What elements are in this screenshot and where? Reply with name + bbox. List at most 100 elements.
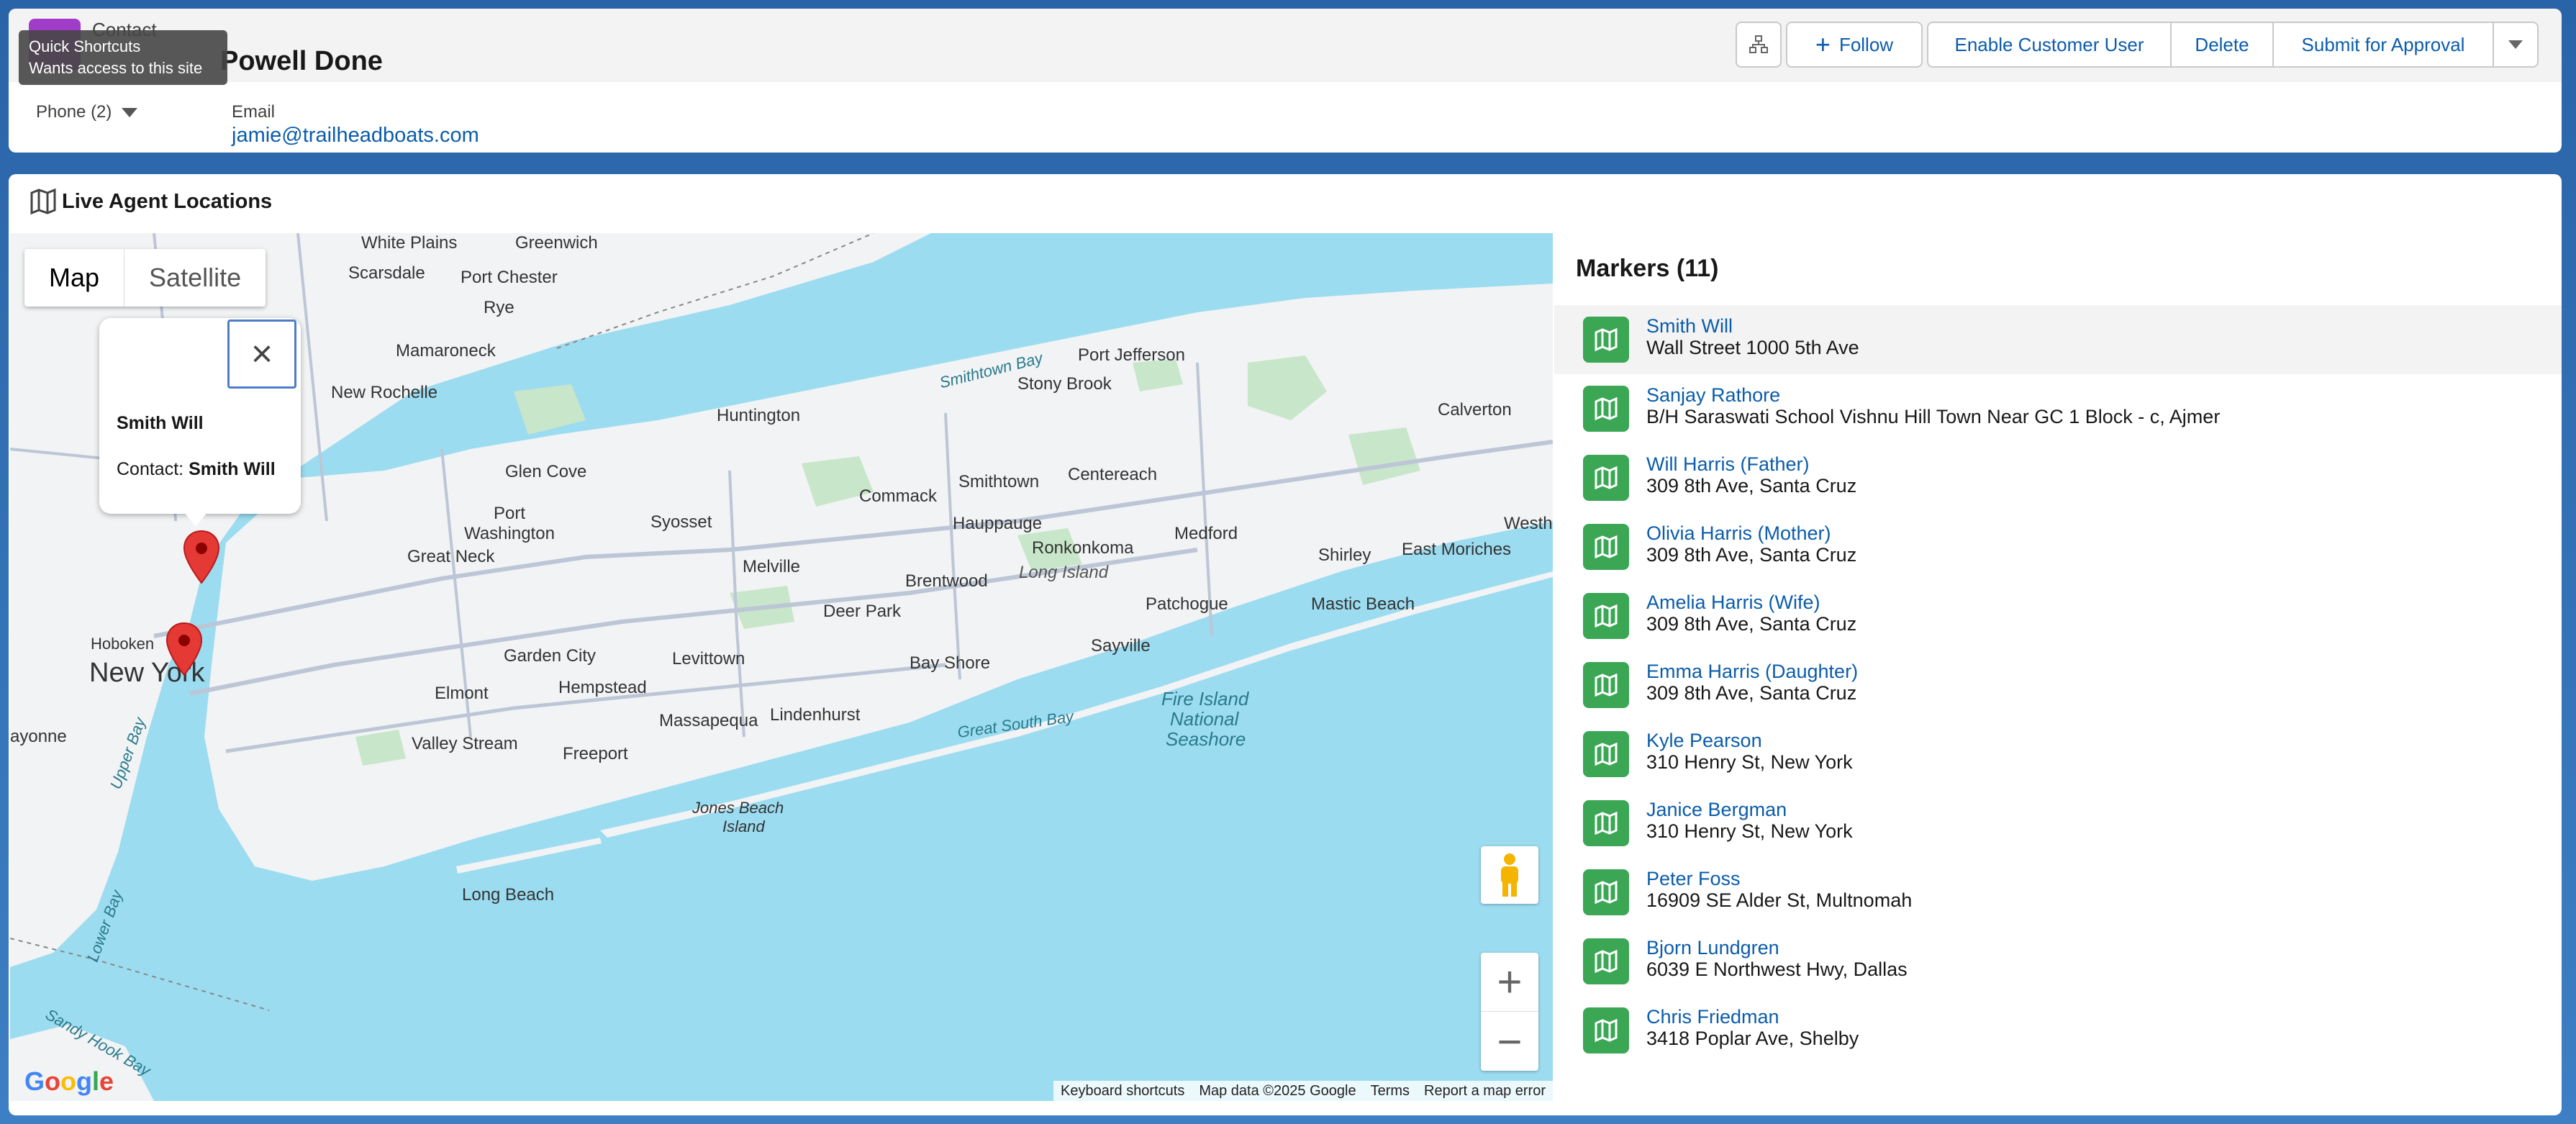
map-label: Huntington (717, 406, 801, 425)
contact-label: Contact: (117, 459, 184, 479)
marker-address: 16909 SE Alder St, Multnomah (1646, 889, 1913, 911)
map-label: Garden City (504, 646, 597, 666)
marker-name-link[interactable]: Amelia Harris (Wife) (1646, 592, 1820, 614)
map-marker-icon (1583, 1007, 1629, 1053)
contact-value: Smith Will (189, 459, 276, 479)
marker-list-item[interactable]: Emma Harris (Daughter) 309 8th Ave, Santa… (1554, 651, 2562, 720)
terms-link[interactable]: Terms (1364, 1083, 1417, 1100)
marker-address: 309 8th Ave, Santa Cruz (1646, 682, 1857, 704)
map-label: Mastic Beach (1311, 594, 1415, 614)
marker-name-link[interactable]: Emma Harris (Daughter) (1646, 661, 1858, 683)
map-type-satellite-button[interactable]: Satellite (124, 249, 266, 307)
map-marker-icon (1583, 455, 1629, 501)
map-label: Lindenhurst (770, 705, 861, 725)
map-label: Massapequa (659, 711, 758, 730)
caret-down-icon (122, 107, 138, 117)
map-label: Long Beach (462, 885, 555, 905)
keyboard-shortcuts-link[interactable]: Keyboard shortcuts (1053, 1083, 1192, 1100)
hierarchy-button[interactable] (1736, 22, 1782, 68)
submit-for-approval-button[interactable]: Submit for Approval (2272, 22, 2494, 68)
map-label: Melville (743, 557, 801, 576)
report-error-link[interactable]: Report a map error (1417, 1083, 1553, 1100)
map-label: Long Island (1019, 563, 1109, 582)
map-label: Hauppauge (953, 514, 1043, 533)
marker-name-link[interactable]: Will Harris (Father) (1646, 453, 1810, 476)
enable-customer-user-button[interactable]: Enable Customer User (1927, 22, 2172, 68)
map-label: Island (722, 817, 765, 835)
map-label: Syosset (650, 512, 712, 532)
map-label: Mamaroneck (396, 341, 496, 361)
map-label: Scarsdale (348, 263, 425, 283)
street-view-pegman[interactable] (1481, 846, 1538, 904)
map-icon (27, 186, 59, 217)
marker-name-link[interactable]: Sanjay Rathore (1646, 384, 1780, 407)
map-marker-icon (1583, 731, 1629, 777)
follow-button[interactable]: + Follow (1786, 22, 1923, 68)
map-label: Ronkonkoma (1032, 538, 1134, 558)
email-link[interactable]: jamie@trailheadboats.com (232, 124, 479, 148)
map-label: Calverton (1438, 400, 1512, 420)
zoom-out-button[interactable]: − (1481, 1012, 1538, 1071)
map-marker-icon (1583, 800, 1629, 846)
phone-field[interactable]: Phone (2) (36, 102, 138, 122)
map-label: Levittown (672, 649, 745, 668)
map-label: Jones Beach (692, 799, 784, 817)
marker-list-item[interactable]: Kyle Pearson 310 Henry St, New York (1554, 720, 2562, 789)
marker-name-link[interactable]: Chris Friedman (1646, 1006, 1779, 1028)
marker-list-item[interactable]: Amelia Harris (Wife) 309 8th Ave, Santa C… (1554, 581, 2562, 651)
map-type-map-button[interactable]: Map (24, 249, 124, 307)
map-footer: Keyboard shortcuts Map data ©2025 Google… (1053, 1081, 1553, 1101)
marker-list-item[interactable]: Will Harris (Father) 309 8th Ave, Santa C… (1554, 443, 2562, 512)
map-pin[interactable] (165, 622, 203, 676)
map-label: Bay Shore (910, 653, 991, 673)
map-label: Brentwood (905, 571, 988, 591)
marker-list-item[interactable]: Janice Bergman 310 Henry St, New York (1554, 789, 2562, 858)
map-label: Commack (859, 486, 938, 506)
action-button-group: Enable Customer User Delete Submit for A… (1927, 22, 2539, 68)
header-highlight: Contact Powell Done + Follow Enable Cust… (9, 9, 2562, 82)
chevron-down-icon (2508, 40, 2523, 49)
marker-name-link[interactable]: Peter Foss (1646, 868, 1741, 890)
map-marker-icon (1583, 386, 1629, 432)
close-icon[interactable]: × (227, 319, 296, 389)
marker-list-item[interactable]: Peter Foss 16909 SE Alder St, Multnomah (1554, 858, 2562, 927)
marker-name-link[interactable]: Smith Will (1646, 315, 1733, 337)
markers-title: Markers (11) (1576, 255, 1719, 282)
marker-address: Wall Street 1000 5th Ave (1646, 337, 1859, 358)
info-window-tail (184, 512, 207, 527)
map-pin[interactable] (183, 530, 220, 584)
marker-address: 309 8th Ave, Santa Cruz (1646, 544, 1857, 566)
map-label: Stony Brook (1017, 374, 1112, 394)
more-actions-button[interactable] (2493, 22, 2539, 68)
delete-button[interactable]: Delete (2170, 22, 2274, 68)
marker-name-link[interactable]: Bjorn Lundgren (1646, 937, 1779, 959)
map-label: Westh (1504, 514, 1553, 533)
follow-label: Follow (1838, 33, 1894, 55)
info-window-title: Smith Will (117, 413, 204, 433)
marker-address: 3418 Poplar Ave, Shelby (1646, 1028, 1859, 1049)
marker-name-link[interactable]: Janice Bergman (1646, 799, 1787, 821)
marker-name-link[interactable]: Olivia Harris (Mother) (1646, 522, 1831, 545)
tooltip-subtitle: Wants access to this site (29, 59, 203, 77)
marker-list-item[interactable]: Sanjay Rathore B/H Saraswati School Vishn… (1554, 374, 2562, 443)
map-label: Medford (1174, 524, 1238, 543)
marker-address: 309 8th Ave, Santa Cruz (1646, 613, 1857, 635)
map-marker-icon (1583, 593, 1629, 639)
marker-name-link[interactable]: Kyle Pearson (1646, 730, 1762, 752)
card-title: Live Agent Locations (62, 190, 273, 213)
map-label: Hempstead (558, 678, 647, 697)
map-label: Great Neck (407, 547, 495, 566)
map-label: New Rochelle (331, 383, 438, 402)
map-label: Port Washington (464, 504, 555, 543)
marker-list-item[interactable]: Bjorn Lundgren 6039 E Northwest Hwy, Dall… (1554, 927, 2562, 996)
zoom-in-button[interactable]: + (1481, 953, 1538, 1012)
quick-shortcuts-tooltip: Quick Shortcuts Wants access to this sit… (19, 30, 227, 85)
map-label: ayonne (10, 727, 67, 746)
marker-address: B/H Saraswati School Vishnu Hill Town Ne… (1646, 406, 2221, 427)
marker-list-item[interactable]: Chris Friedman 3418 Poplar Ave, Shelby (1554, 996, 2562, 1065)
pegman-icon (1501, 853, 1518, 897)
marker-list-item[interactable]: Olivia Harris (Mother) 309 8th Ave, Santa… (1554, 512, 2562, 581)
marker-list-item[interactable]: Smith Will Wall Street 1000 5th Ave (1554, 305, 2562, 374)
map-canvas[interactable]: New York Long Island Fire Island Nationa… (10, 233, 1553, 1101)
map-data-text: Map data ©2025 Google (1199, 1082, 1356, 1099)
